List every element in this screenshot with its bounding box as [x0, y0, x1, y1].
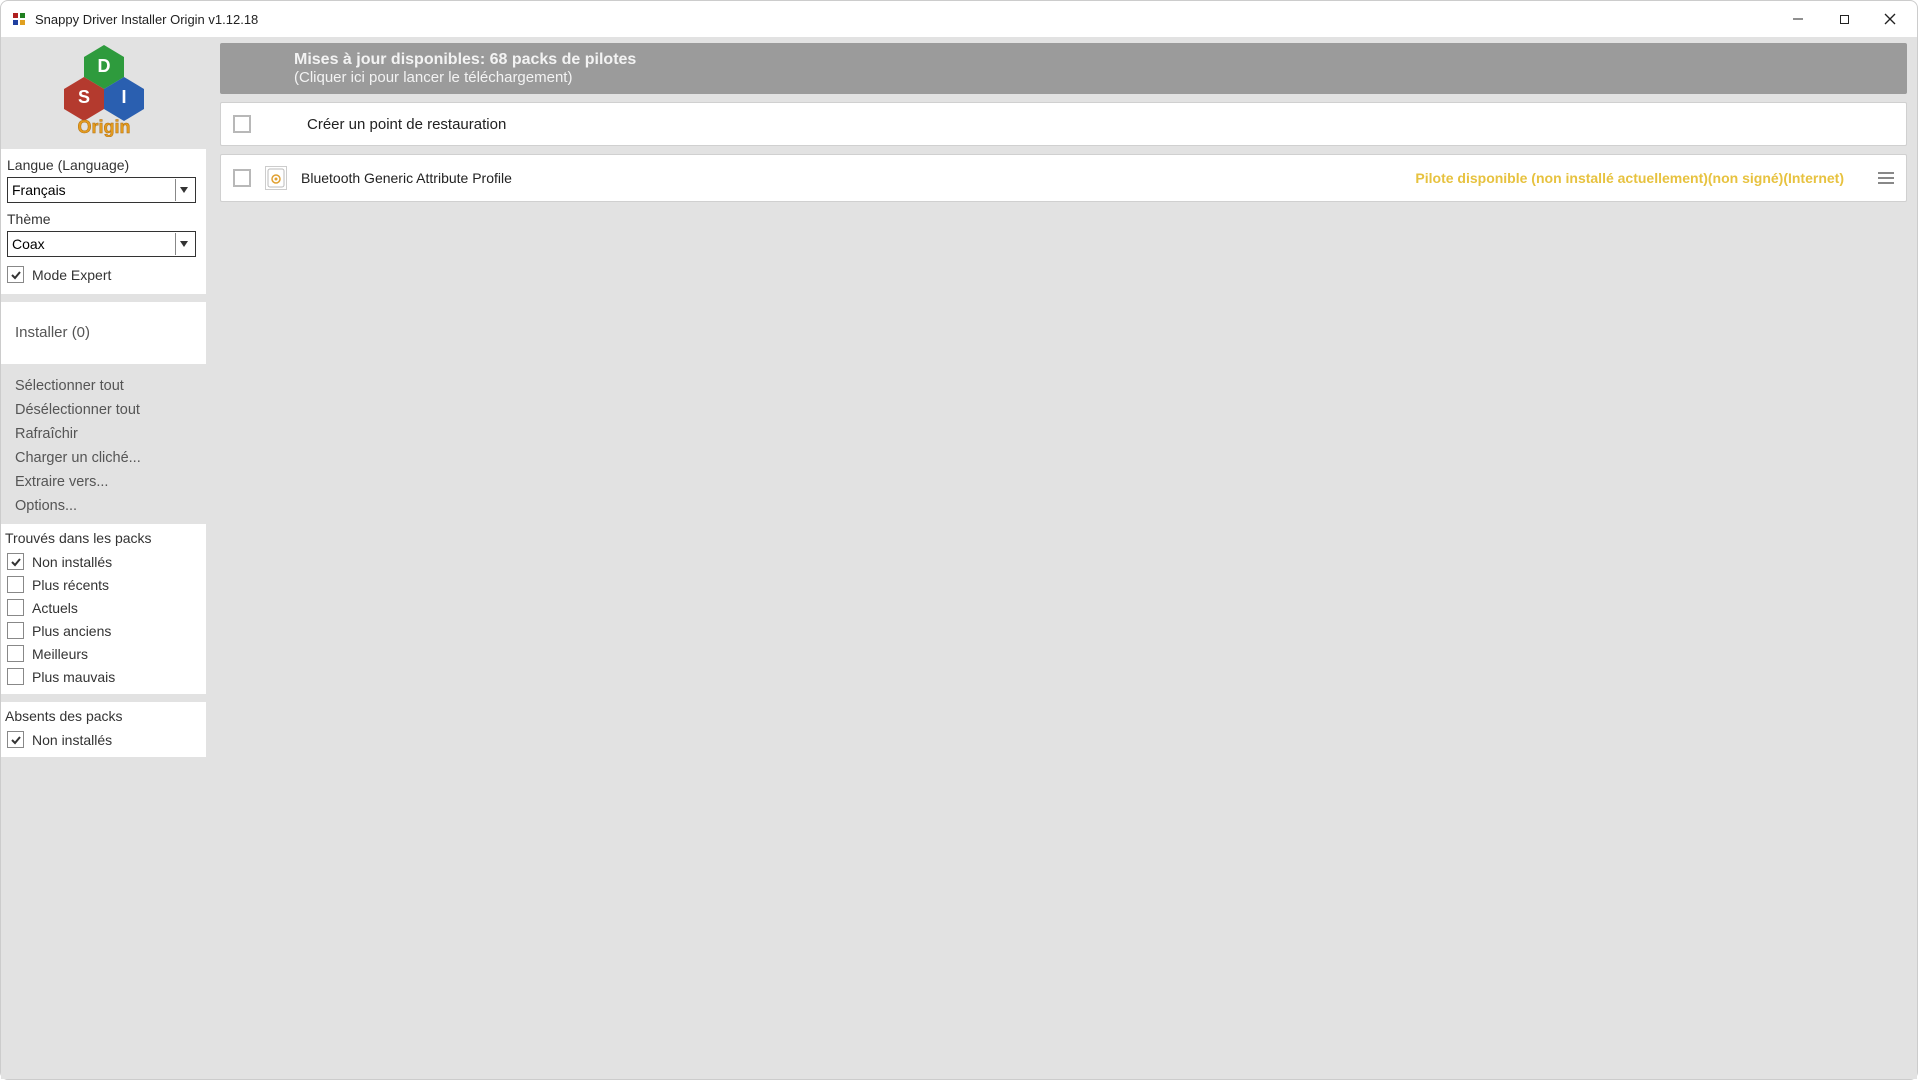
filter-better-label: Meilleurs	[32, 646, 88, 662]
app-body: D S I Origin Langue (Language) Français …	[1, 37, 1917, 1079]
filter-older-checkbox[interactable]	[7, 622, 24, 639]
theme-select[interactable]: Coax	[7, 231, 196, 257]
svg-text:D: D	[97, 56, 110, 76]
select-all-action[interactable]: Sélectionner tout	[1, 374, 206, 398]
svg-text:S: S	[77, 87, 89, 107]
missing-in-packs-panel: Absents des packs Non installés	[1, 702, 206, 757]
sidebar: D S I Origin Langue (Language) Français …	[1, 37, 206, 1079]
driver-row[interactable]: Bluetooth Generic Attribute Profile Pilo…	[220, 154, 1907, 202]
svg-text:Origin: Origin	[77, 117, 130, 137]
driver-menu-icon[interactable]	[1878, 172, 1894, 184]
filter-not-installed-checkbox[interactable]	[7, 553, 24, 570]
filter-not-installed-label: Non installés	[32, 554, 112, 570]
restore-point-checkbox[interactable]	[233, 115, 251, 133]
logo-wrap: D S I Origin	[1, 41, 206, 149]
driver-status: Pilote disponible (non installé actuelle…	[1415, 170, 1844, 186]
install-label: Installer (0)	[15, 324, 90, 341]
settings-panel: Langue (Language) Français Thème Coax Mo…	[1, 149, 206, 294]
filter-older-label: Plus anciens	[32, 623, 111, 639]
filter-newer-checkbox[interactable]	[7, 576, 24, 593]
app-logo: D S I Origin	[64, 45, 144, 137]
updates-banner-line1: Mises à jour disponibles: 68 packs de pi…	[294, 51, 1893, 69]
expert-mode-row[interactable]: Mode Expert	[5, 263, 202, 286]
filter-better-row[interactable]: Meilleurs	[5, 642, 202, 665]
filter-current-label: Actuels	[32, 600, 78, 616]
filter-current-row[interactable]: Actuels	[5, 596, 202, 619]
filter-newer-label: Plus récents	[32, 577, 109, 593]
chevron-down-icon	[175, 179, 191, 201]
missing-not-installed-checkbox[interactable]	[7, 731, 24, 748]
load-snapshot-action[interactable]: Charger un cliché...	[1, 446, 206, 470]
titlebar: Snappy Driver Installer Origin v1.12.18	[1, 1, 1917, 37]
updates-banner[interactable]: Mises à jour disponibles: 68 packs de pi…	[220, 43, 1907, 94]
minimize-button[interactable]	[1775, 3, 1821, 35]
missing-in-packs-title: Absents des packs	[5, 708, 202, 728]
window-title: Snappy Driver Installer Origin v1.12.18	[35, 12, 258, 27]
restore-point-row[interactable]: Créer un point de restauration	[220, 102, 1907, 146]
main-content: Mises à jour disponibles: 68 packs de pi…	[206, 37, 1917, 1079]
install-button[interactable]: Installer (0)	[1, 302, 206, 364]
deselect-all-action[interactable]: Désélectionner tout	[1, 398, 206, 422]
filter-better-checkbox[interactable]	[7, 645, 24, 662]
filter-older-row[interactable]: Plus anciens	[5, 619, 202, 642]
expert-mode-checkbox[interactable]	[7, 266, 24, 283]
refresh-action[interactable]: Rafraîchir	[1, 422, 206, 446]
driver-name: Bluetooth Generic Attribute Profile	[301, 170, 512, 186]
found-in-packs-panel: Trouvés dans les packs Non installés Plu…	[1, 524, 206, 694]
action-list: Sélectionner tout Désélectionner tout Ra…	[1, 372, 206, 524]
filter-not-installed-row[interactable]: Non installés	[5, 550, 202, 573]
svg-text:I: I	[121, 87, 126, 107]
driver-checkbox[interactable]	[233, 169, 251, 187]
found-in-packs-title: Trouvés dans les packs	[5, 530, 202, 550]
language-label: Langue (Language)	[5, 155, 202, 175]
filter-worse-label: Plus mauvais	[32, 669, 115, 685]
filter-worse-row[interactable]: Plus mauvais	[5, 665, 202, 688]
maximize-button[interactable]	[1821, 3, 1867, 35]
app-icon	[11, 11, 27, 27]
close-button[interactable]	[1867, 3, 1913, 35]
theme-label: Thème	[5, 209, 202, 229]
restore-point-label: Créer un point de restauration	[307, 116, 1894, 133]
updates-banner-line2: (Cliquer ici pour lancer le téléchargeme…	[294, 69, 1893, 86]
options-action[interactable]: Options...	[1, 494, 206, 518]
extract-to-action[interactable]: Extraire vers...	[1, 470, 206, 494]
language-select[interactable]: Français	[7, 177, 196, 203]
chevron-down-icon	[175, 233, 191, 255]
driver-icon	[265, 166, 287, 190]
filter-current-checkbox[interactable]	[7, 599, 24, 616]
missing-not-installed-row[interactable]: Non installés	[5, 728, 202, 751]
filter-newer-row[interactable]: Plus récents	[5, 573, 202, 596]
missing-not-installed-label: Non installés	[32, 732, 112, 748]
language-value: Français	[12, 182, 66, 198]
expert-mode-label: Mode Expert	[32, 267, 111, 283]
theme-value: Coax	[12, 236, 45, 252]
filter-worse-checkbox[interactable]	[7, 668, 24, 685]
